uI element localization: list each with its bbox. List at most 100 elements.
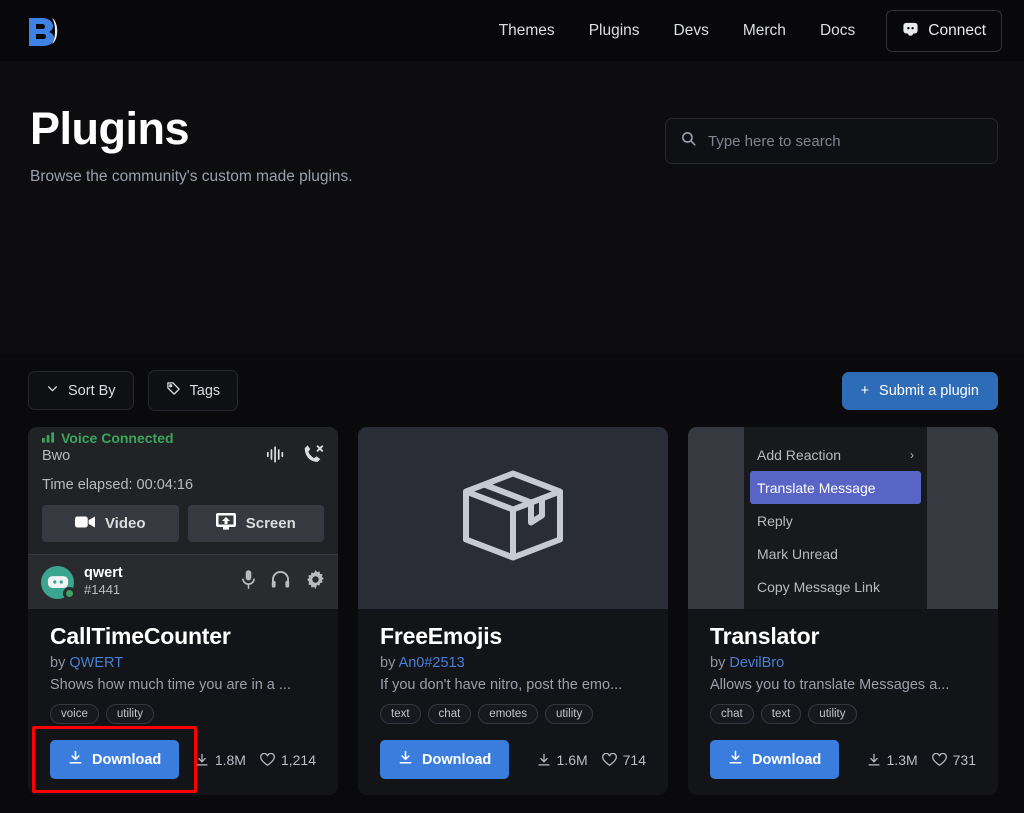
context-menu-preview: Add Reaction › Translate Message Reply M… (688, 427, 998, 609)
chevron-down-icon (46, 382, 59, 399)
nav-link-devs[interactable]: Devs (657, 14, 726, 48)
context-menu-item[interactable]: Reply (744, 504, 927, 537)
plugin-tag[interactable]: utility (106, 704, 154, 724)
tags-label: Tags (190, 383, 221, 399)
download-count-value: 1.3M (887, 752, 918, 768)
package-box-icon (460, 468, 566, 569)
heart-icon (260, 753, 275, 767)
avatar[interactable] (41, 566, 74, 599)
plugin-card-grid: Voice Connected Bwo Time elapsed: 00:04:… (28, 427, 998, 795)
plugin-preview-image: Add Reaction › Translate Message Reply M… (688, 427, 998, 609)
download-button[interactable]: Download (380, 740, 509, 779)
download-icon (728, 750, 743, 769)
nav-link-plugins[interactable]: Plugins (572, 14, 657, 48)
plugin-stats: 1.8M 1,214 (195, 752, 316, 768)
plugin-card-footer: Download 1.3M 731 (710, 740, 976, 779)
plugin-tag[interactable]: voice (50, 704, 99, 724)
plugin-card-body: FreeEmojis by An0#2513 If you don't have… (358, 609, 668, 795)
by-prefix: by (50, 655, 65, 671)
download-icon (398, 750, 413, 769)
context-menu-item[interactable]: Copy Message Link (744, 570, 927, 603)
main-content: Sort By Tags + Submit a plugin (0, 353, 1024, 795)
plugin-author: by QWERT (50, 655, 316, 671)
plugin-card-footer: Download 1.8M 1,214 (50, 740, 316, 779)
like-count-value: 731 (953, 752, 976, 768)
voice-connected-label: Voice Connected (61, 430, 174, 446)
sort-by-button[interactable]: Sort By (28, 371, 134, 410)
plugin-tag[interactable]: utility (545, 704, 593, 724)
like-count-value: 714 (623, 752, 646, 768)
download-count-value: 1.8M (215, 752, 246, 768)
download-button[interactable]: Download (50, 740, 179, 779)
sort-by-label: Sort By (68, 383, 116, 399)
download-button-label: Download (422, 752, 491, 768)
soundwave-icon[interactable] (266, 446, 286, 468)
voice-video-button[interactable]: Video (42, 505, 179, 542)
discord-icon (902, 20, 919, 42)
plugin-tag[interactable]: chat (428, 704, 472, 724)
tags-button[interactable]: Tags (148, 370, 239, 411)
plugin-tag[interactable]: chat (710, 704, 754, 724)
plugin-description: Shows how much time you are in a ... (50, 677, 316, 693)
plugin-tag[interactable]: text (761, 704, 802, 724)
download-button[interactable]: Download (710, 740, 839, 779)
betterdiscord-logo-icon[interactable] (26, 11, 66, 51)
plugin-title: Translator (710, 623, 976, 650)
by-prefix: by (380, 655, 395, 671)
plugin-description: Allows you to translate Messages a... (710, 677, 976, 693)
context-menu-item-translate-message[interactable]: Translate Message (750, 471, 921, 504)
plugin-tags: text chat emotes utility (380, 704, 646, 724)
plugin-author: by An0#2513 (380, 655, 646, 671)
voice-user-tag: #1441 (84, 582, 123, 598)
voice-screen-button[interactable]: Screen (188, 505, 325, 542)
plugin-preview-image (358, 427, 668, 609)
hero-section: Plugins Browse the community's custom ma… (0, 61, 1024, 353)
download-button-wrapper: Download (50, 740, 179, 779)
gear-icon[interactable] (306, 570, 325, 594)
nav-link-docs[interactable]: Docs (803, 14, 872, 48)
download-count-icon (867, 753, 881, 767)
page-title: Plugins (30, 105, 353, 152)
signal-icon (42, 430, 55, 446)
headphones-icon[interactable] (271, 571, 290, 593)
like-count: 714 (602, 752, 646, 768)
plugin-tag[interactable]: utility (808, 704, 856, 724)
search-box[interactable] (665, 118, 998, 164)
search-input[interactable] (708, 133, 983, 150)
download-count-icon (537, 753, 551, 767)
plugin-author-link[interactable]: QWERT (69, 655, 123, 671)
nav-link-merch[interactable]: Merch (726, 14, 803, 48)
voice-screen-label: Screen (246, 515, 296, 532)
microphone-icon[interactable] (242, 570, 255, 594)
plugin-card[interactable]: Voice Connected Bwo Time elapsed: 00:04:… (28, 427, 338, 795)
like-count: 731 (932, 752, 976, 768)
plugin-card[interactable]: Add Reaction › Translate Message Reply M… (688, 427, 998, 795)
disconnect-call-icon[interactable] (302, 445, 324, 469)
connect-button-label: Connect (928, 22, 986, 40)
context-menu-item-label: Add Reaction (757, 447, 841, 463)
plugin-card[interactable]: FreeEmojis by An0#2513 If you don't have… (358, 427, 668, 795)
context-menu: Add Reaction › Translate Message Reply M… (744, 427, 927, 609)
voice-time-elapsed: Time elapsed: 00:04:16 (42, 477, 324, 493)
download-count: 1.8M (195, 752, 246, 768)
plugin-author-link[interactable]: DevilBro (729, 655, 784, 671)
voice-connected-status: Voice Connected (42, 430, 324, 446)
top-navbar: Themes Plugins Devs Merch Docs Connect (0, 0, 1024, 61)
search-icon (680, 130, 697, 152)
plugin-tag[interactable]: emotes (478, 704, 538, 724)
context-menu-item[interactable]: Add Reaction › (744, 438, 927, 471)
plugin-preview-image: Voice Connected Bwo Time elapsed: 00:04:… (28, 427, 338, 609)
download-count-icon (195, 753, 209, 767)
plugin-description: If you don't have nitro, post the emo... (380, 677, 646, 693)
plugin-title: FreeEmojis (380, 623, 646, 650)
plugin-author-link[interactable]: An0#2513 (399, 655, 465, 671)
context-menu-item[interactable]: Mark Unread (744, 537, 927, 570)
submit-plugin-button[interactable]: + Submit a plugin (842, 372, 998, 410)
connect-button[interactable]: Connect (886, 10, 1002, 52)
by-prefix: by (710, 655, 725, 671)
nav-link-themes[interactable]: Themes (482, 14, 572, 48)
plugin-card-footer: Download 1.6M 714 (380, 740, 646, 779)
heart-icon (932, 753, 947, 767)
plugin-tag[interactable]: text (380, 704, 421, 724)
download-icon (68, 750, 83, 769)
